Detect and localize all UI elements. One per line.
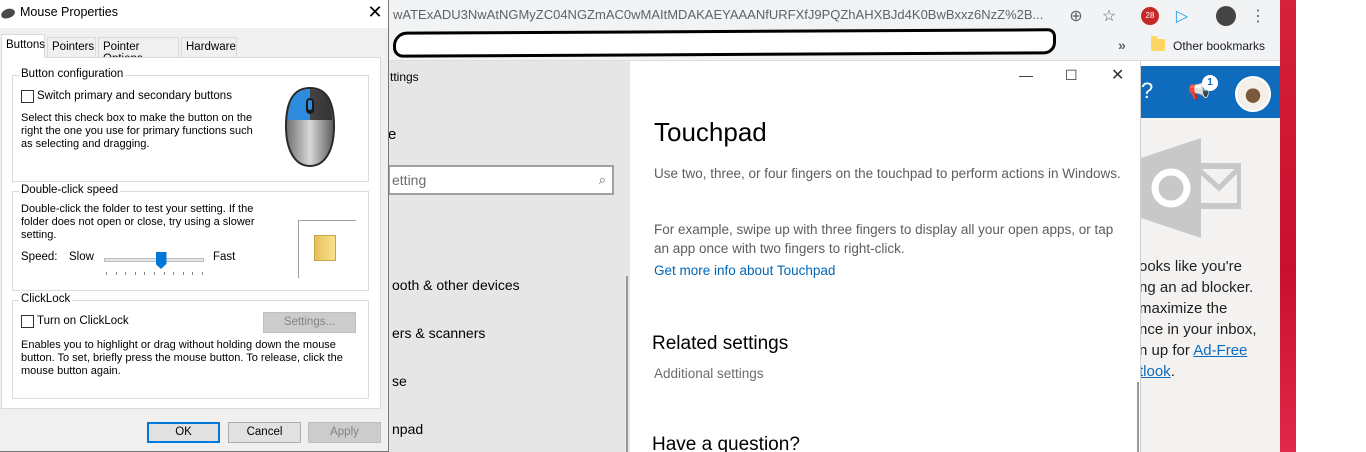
outlook-link[interactable]: tlook <box>1139 363 1171 380</box>
additional-settings-link[interactable]: Additional settings <box>654 366 764 381</box>
ok-button[interactable]: OK <box>147 422 220 443</box>
touchpad-info-link[interactable]: Get more info about Touchpad <box>654 263 835 278</box>
touchpad-description: Use two, three, or four fingers on the t… <box>654 166 1121 181</box>
speed-label: Speed: <box>21 251 58 263</box>
slider-tick <box>125 272 127 275</box>
folder-icon[interactable] <box>314 235 336 261</box>
slider-tick <box>154 272 155 275</box>
switch-buttons-label[interactable]: Switch primary and secondary buttons <box>37 90 232 102</box>
search-placeholder: etting <box>392 172 427 188</box>
tab-hardware[interactable]: Hardware <box>181 37 237 57</box>
other-bookmarks-link[interactable]: Other bookmarks <box>1173 39 1265 53</box>
settings-search-input[interactable]: etting ⌕ <box>388 165 614 195</box>
tab-pointers[interactable]: Pointers <box>47 37 96 57</box>
slider-tick <box>115 272 117 275</box>
search-icon: ⌕ <box>598 172 606 187</box>
related-settings-heading: Related settings <box>652 333 789 354</box>
chevron-right-icon[interactable]: » <box>1118 37 1126 53</box>
slider-tick <box>134 272 136 275</box>
clicklock-description: Enables you to highlight or drag without… <box>21 339 343 377</box>
play-extension-icon[interactable]: ▷ <box>1170 4 1194 28</box>
mouse-properties-dialog: Mouse Properties ✕ Buttons Pointers Poin… <box>0 0 389 452</box>
settings-home-item[interactable]: e <box>388 126 396 143</box>
slider-tick <box>163 272 165 275</box>
nav-scrollbar[interactable] <box>626 276 628 452</box>
dialog-title: Mouse Properties <box>20 5 118 19</box>
nav-mouse[interactable]: se <box>392 373 407 389</box>
desktop-background <box>1280 0 1296 452</box>
mouse-illustration-icon <box>284 86 336 168</box>
mouse-icon <box>0 6 17 21</box>
page-title: Touchpad <box>654 117 767 147</box>
notification-badge: 1 <box>1202 75 1218 91</box>
touchpad-example: For example, swipe up with three fingers… <box>654 222 1114 256</box>
nav-touchpad[interactable]: npad <box>392 421 423 437</box>
speed-slider-track[interactable] <box>104 258 204 262</box>
group-title: Button configuration <box>19 68 126 80</box>
slider-tick <box>144 272 146 275</box>
slider-tick <box>182 272 184 275</box>
clicklock-label[interactable]: Turn on ClickLock <box>37 315 129 327</box>
dialog-titlebar: Mouse Properties ✕ <box>0 0 388 28</box>
slow-label: Slow <box>69 251 94 263</box>
question-heading: Have a question? <box>652 434 800 452</box>
address-bar-url[interactable]: wATExADU3NwAtNGMyZC04NGZmAC0wMAItMDAKAEY… <box>393 7 1043 22</box>
group-title: Double-click speed <box>19 184 121 196</box>
close-icon[interactable]: ✕ <box>1111 65 1124 85</box>
ad-free-link[interactable]: Ad-Free <box>1193 342 1247 359</box>
tab-pointer-options[interactable]: Pointer Options <box>98 37 179 65</box>
zoom-icon[interactable]: ⊕ <box>1064 4 1088 28</box>
switch-buttons-checkbox[interactable] <box>21 90 34 103</box>
slider-tick <box>192 272 194 275</box>
star-icon[interactable]: ☆ <box>1097 4 1121 28</box>
minimize-icon[interactable]: — <box>1019 67 1033 83</box>
extension-icon[interactable]: 28 <box>1138 4 1162 28</box>
adblock-message: ooks like you're ng an ad blocker. maxim… <box>1139 258 1257 380</box>
clicklock-settings-button[interactable]: Settings... <box>263 312 356 333</box>
folder-icon <box>1151 36 1165 51</box>
redaction-mark <box>392 28 1057 58</box>
cancel-button[interactable]: Cancel <box>228 422 301 443</box>
group-title: ClickLock <box>19 293 73 305</box>
settings-nav-pane <box>388 61 630 452</box>
nav-printers[interactable]: ers & scanners <box>392 325 485 341</box>
double-click-description: Double-click the folder to test your set… <box>21 203 255 241</box>
slider-tick <box>173 272 175 275</box>
avatar[interactable] <box>1235 76 1271 112</box>
maximize-icon[interactable]: ☐ <box>1065 67 1078 84</box>
extension-badge: 28 <box>1141 7 1159 25</box>
outlook-logo-icon <box>1141 138 1241 238</box>
nav-bluetooth[interactable]: ooth & other devices <box>392 277 520 293</box>
content-scrollbar[interactable] <box>1137 382 1139 452</box>
apply-button[interactable]: Apply <box>308 422 381 443</box>
clicklock-checkbox[interactable] <box>21 315 34 328</box>
slider-tick <box>106 272 107 275</box>
menu-icon[interactable]: ⋮ <box>1246 4 1270 28</box>
profile-icon[interactable] <box>1214 4 1238 28</box>
button-config-description: Select this check box to make the button… <box>21 112 253 150</box>
fast-label: Fast <box>213 251 236 263</box>
settings-app-title: ttings <box>390 70 419 84</box>
help-icon[interactable]: ? <box>1141 78 1153 104</box>
tab-buttons[interactable]: Buttons <box>1 34 45 58</box>
slider-tick <box>202 272 203 275</box>
close-icon[interactable]: ✕ <box>366 2 384 23</box>
